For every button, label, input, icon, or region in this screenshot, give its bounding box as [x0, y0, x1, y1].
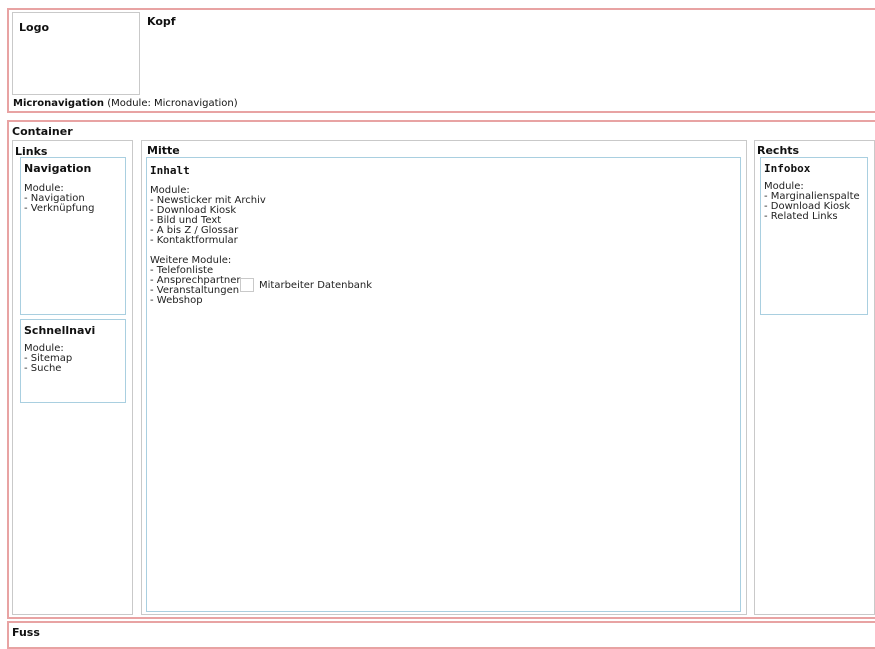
logo-label: Logo	[19, 21, 49, 34]
footer-label: Fuss	[12, 626, 40, 639]
micronavigation-label: Micronavigation (Module: Micronavigation…	[13, 98, 238, 109]
container-label: Container	[12, 125, 73, 138]
inhalt-webshop: - Webshop	[150, 295, 203, 306]
navigation-modules: Module: - Navigation - Verknüpfung	[24, 183, 95, 214]
schnellnavi-box: Schnellnavi Module: - Sitemap - Suche	[20, 319, 126, 403]
mitarbeiter-datenbank-label: Mitarbeiter Datenbank	[259, 280, 373, 291]
footer-region	[7, 621, 875, 649]
inhalt-title: Inhalt	[150, 164, 190, 177]
infobox-box: Infobox Module: - Marginalienspalte - Do…	[760, 157, 868, 315]
infobox-title: Infobox	[764, 162, 811, 175]
mitarbeiter-checkbox[interactable]	[240, 278, 254, 292]
infobox-modules: Module: - Marginalienspalte - Download K…	[764, 181, 860, 222]
logo-box: Logo	[12, 12, 140, 95]
inhalt-box: Inhalt Module: - Newsticker mit Archiv -…	[146, 157, 741, 612]
schnellnavi-modules: Module: - Sitemap - Suche	[24, 343, 73, 374]
navigation-title: Navigation	[24, 162, 92, 175]
rechts-label: Rechts	[757, 144, 800, 157]
schnellnavi-title: Schnellnavi	[24, 324, 96, 337]
kopf-label: Kopf	[147, 15, 176, 28]
mitte-label: Mitte	[147, 144, 180, 157]
micronavigation-note: (Module: Micronavigation)	[107, 98, 238, 109]
micronavigation-title: Micronavigation	[13, 98, 105, 109]
navigation-box: Navigation Module: - Navigation - Verknü…	[20, 157, 126, 315]
inhalt-weitere-modules: Weitere Module: - Telefonliste - Ansprec…	[150, 255, 241, 286]
inhalt-modules: Module: - Newsticker mit Archiv - Downlo…	[150, 185, 266, 246]
